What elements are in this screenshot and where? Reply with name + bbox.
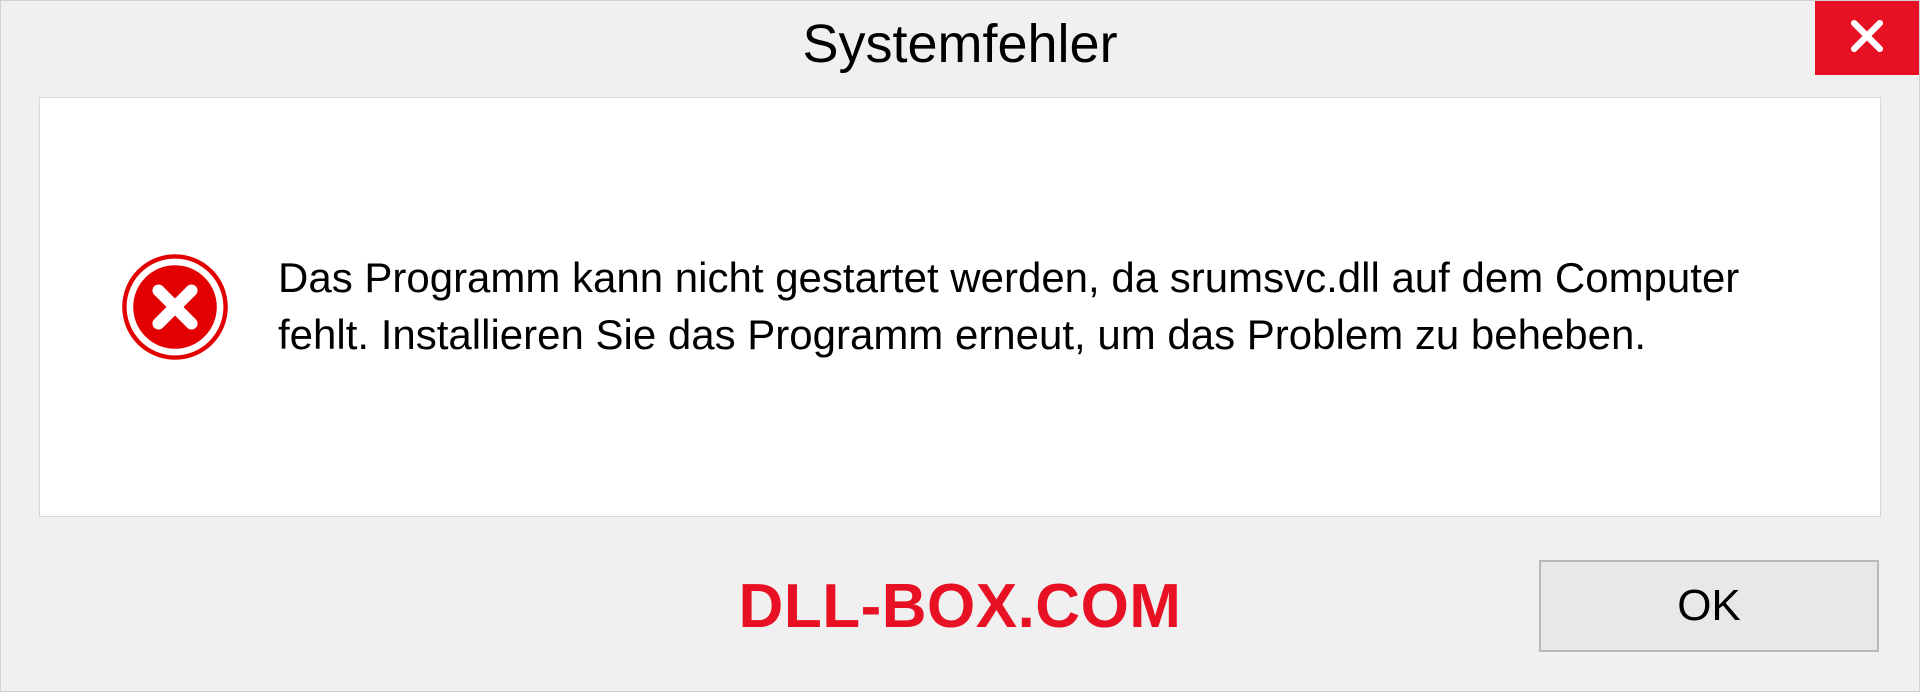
dialog-title: Systemfehler bbox=[802, 13, 1117, 75]
close-button[interactable] bbox=[1815, 1, 1919, 75]
watermark-text: DLL-BOX.COM bbox=[739, 571, 1182, 642]
error-dialog: Systemfehler Das Programm kann nicht ges… bbox=[0, 0, 1920, 692]
footer-area: DLL-BOX.COM OK bbox=[1, 541, 1919, 691]
titlebar: Systemfehler bbox=[1, 1, 1919, 87]
error-icon bbox=[120, 252, 230, 362]
error-message: Das Programm kann nicht gestartet werden… bbox=[278, 250, 1810, 363]
content-area: Das Programm kann nicht gestartet werden… bbox=[39, 97, 1881, 517]
close-icon bbox=[1845, 14, 1889, 63]
ok-button[interactable]: OK bbox=[1539, 560, 1879, 652]
